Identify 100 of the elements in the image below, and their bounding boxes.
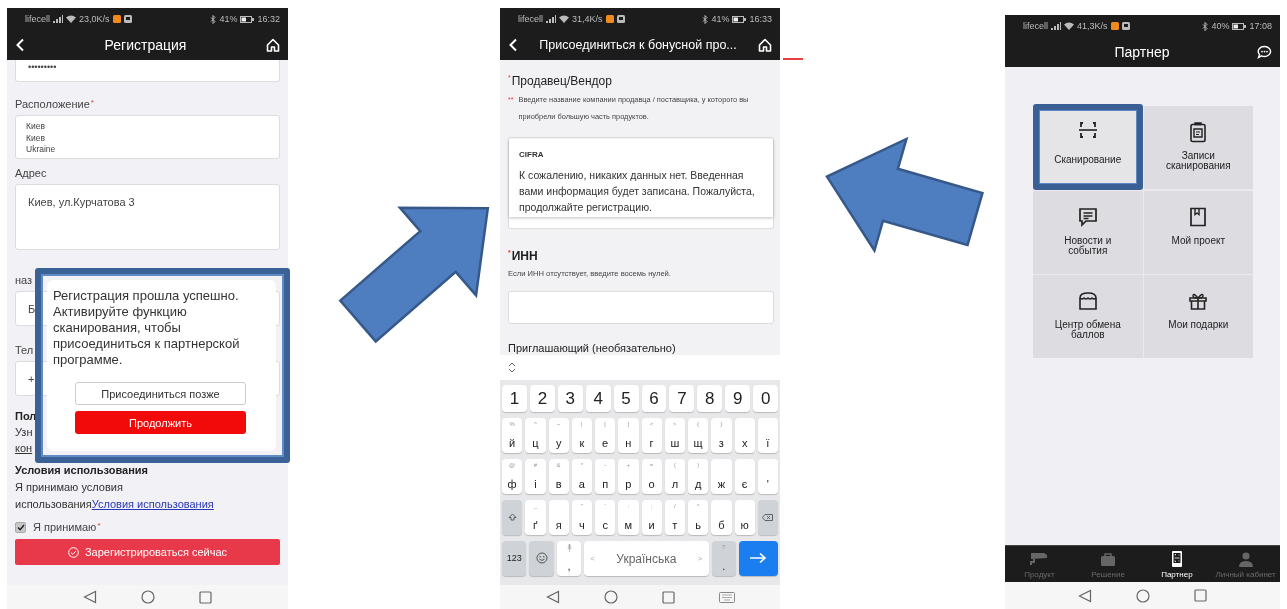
keyboard-key[interactable]: б xyxy=(711,500,732,535)
vendor-field[interactable]: CIFRA К сожалению, никаких данных нет. Введенная вами информация будет записана. Пожалуйста, продолжайте регистрацию. xyxy=(508,137,774,229)
backspace-key[interactable] xyxy=(757,500,778,535)
key-label: л xyxy=(671,478,679,490)
keyboard-key[interactable]: 9 xyxy=(725,385,751,412)
chat-icon[interactable] xyxy=(1257,45,1272,59)
enter-key[interactable] xyxy=(738,541,778,576)
battery-icon xyxy=(240,15,255,23)
field-label: Расположение xyxy=(15,98,90,110)
password-field[interactable]: ••••••••• xyxy=(15,60,280,82)
policy-link[interactable]: кон xyxy=(15,442,33,454)
language-arrow: > xyxy=(697,554,703,563)
emoji-key[interactable] xyxy=(529,541,554,576)
keyboard-key[interactable]: ' xyxy=(757,459,778,494)
key-label: . xyxy=(722,560,726,572)
menu-tile[interactable]: Мои подарки xyxy=(1143,275,1253,358)
key-label: и xyxy=(648,519,655,531)
key-label: в xyxy=(555,478,562,490)
text-area[interactable]: Киев, ул.Курчатова 3 xyxy=(15,184,280,250)
menu-tile[interactable]: Центр обмена баллов xyxy=(1033,275,1143,358)
key-label: у xyxy=(555,437,562,449)
key-label: р xyxy=(625,478,632,490)
key-label: з xyxy=(718,437,724,449)
keyboard-key[interactable]: ж xyxy=(711,459,732,494)
keyboard-key[interactable]: 0 xyxy=(753,385,779,412)
tab-item[interactable]: Партнер xyxy=(1142,546,1212,582)
shift-icon xyxy=(507,513,517,521)
signal-icon xyxy=(546,15,556,23)
keyboard-key[interactable]: 7 xyxy=(669,385,695,412)
recent-apps-icon[interactable] xyxy=(1194,589,1207,602)
recent-apps-icon[interactable] xyxy=(199,590,212,604)
carrier-name: lifecell xyxy=(1023,21,1048,31)
checkbox[interactable] xyxy=(15,521,26,533)
screen-title: Присоединиться к бонусной про... xyxy=(538,38,738,52)
key-label: ф xyxy=(507,478,517,490)
menu-tile[interactable]: Мой проект xyxy=(1143,191,1253,274)
key-label: д xyxy=(694,478,702,490)
later-button[interactable]: Присоединиться позже xyxy=(75,382,246,405)
key-label: Українська xyxy=(616,551,677,566)
key-label: ю xyxy=(740,519,749,531)
menu-tile[interactable]: Записи сканирования xyxy=(1143,106,1253,189)
network-speed: 23,0K/s xyxy=(79,14,110,24)
keyboard-icon[interactable] xyxy=(718,591,735,603)
screen-title: Регистрация xyxy=(103,37,188,53)
keyboard-key[interactable]: х xyxy=(734,418,755,453)
keyboard-key[interactable]: ї xyxy=(757,418,778,453)
keyboard-key[interactable]: 4 xyxy=(585,385,611,412)
smiley-icon xyxy=(535,552,548,564)
field-label: наз xyxy=(15,274,33,286)
network-speed: 31,4K/s xyxy=(572,14,603,24)
required-mark: * xyxy=(90,98,94,109)
dialog-message: Регистрация прошла успешно. Активируйте функцию сканирования, чтобы присоединиться к партнерской программе. xyxy=(53,288,241,368)
key-label: ч xyxy=(579,519,585,531)
menu-tile[interactable]: Сканирование xyxy=(1033,104,1143,190)
comma-key[interactable]: , xyxy=(556,541,582,576)
text-area[interactable]: Киев Киев Ukraine xyxy=(15,115,280,159)
key-label: є xyxy=(741,478,748,490)
continue-button[interactable]: Продолжить xyxy=(75,411,246,434)
terms-link[interactable]: Условия использования xyxy=(91,498,214,510)
tile-label: Мои подарки xyxy=(1168,320,1229,330)
keyboard-key[interactable]: я xyxy=(548,500,569,535)
tile-label: Сканирование xyxy=(1054,155,1122,165)
keyboard-key[interactable]: 3 xyxy=(557,385,583,412)
key-label: і xyxy=(534,478,537,490)
field-label: ИНН xyxy=(511,249,538,263)
network-speed: 41,3K/s xyxy=(1077,21,1108,31)
inn-field[interactable] xyxy=(508,291,774,324)
suggestion-item[interactable]: CIFRA xyxy=(519,150,763,159)
signal-icon xyxy=(1051,22,1061,30)
check-circle-icon xyxy=(67,546,79,558)
section-title: Условия использования xyxy=(15,464,150,476)
wifi-icon xyxy=(66,15,76,23)
key-label: х xyxy=(741,437,748,449)
key-label: ц xyxy=(532,437,539,449)
space-key[interactable]: < Українська > xyxy=(584,541,709,576)
battery-percent: 41% xyxy=(219,14,238,24)
check-icon xyxy=(16,523,25,531)
key-label: й xyxy=(509,437,516,449)
expand-icon[interactable] xyxy=(508,362,516,373)
recent-apps-icon[interactable] xyxy=(661,590,675,604)
keyboard-key[interactable]: є xyxy=(734,459,755,494)
signal-icon xyxy=(53,15,63,23)
mode-key[interactable]: 123 xyxy=(502,541,527,576)
key-label: к xyxy=(579,437,585,449)
key-label: м xyxy=(624,519,633,531)
key-label: н xyxy=(625,437,632,449)
keyboard-key[interactable]: 2 xyxy=(529,385,555,412)
keyboard-key[interactable]: 8 xyxy=(697,385,723,412)
clock-time: 17:08 xyxy=(1249,21,1272,31)
keyboard-key[interactable]: 5 xyxy=(613,385,639,412)
battery-icon xyxy=(732,15,747,23)
keyboard-key[interactable]: ю xyxy=(734,500,755,535)
register-button[interactable]: Зарегистрироваться сейчас xyxy=(15,539,280,565)
tab-label: Продукт xyxy=(1024,569,1055,579)
field-label: Приглашающий (необязательно) xyxy=(508,342,677,354)
key-label: щ xyxy=(693,437,703,449)
backspace-icon xyxy=(762,513,774,521)
keyboard-key[interactable]: 6 xyxy=(641,385,667,412)
keyboard-key[interactable]: 1 xyxy=(502,385,527,412)
menu-tile[interactable]: Новости и события xyxy=(1033,191,1143,274)
